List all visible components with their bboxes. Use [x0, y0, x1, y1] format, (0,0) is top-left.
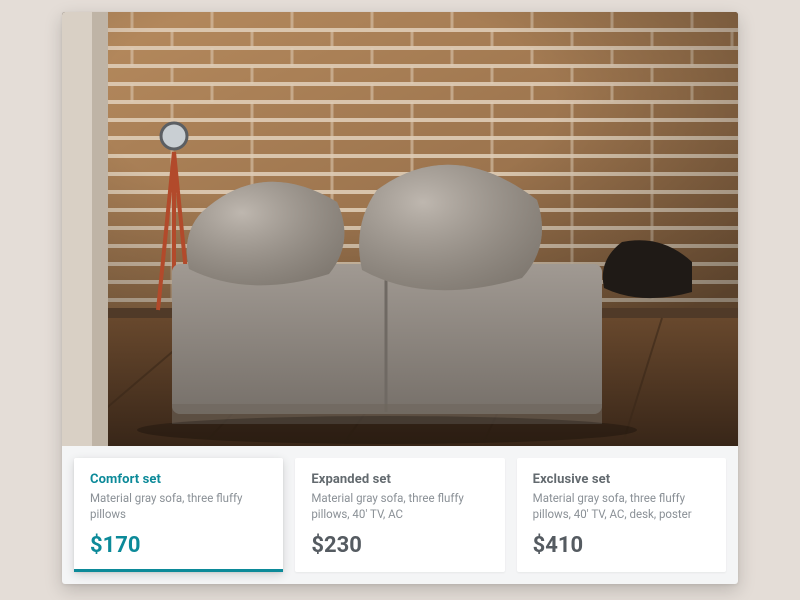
option-price: $170 — [90, 523, 267, 558]
option-price: $410 — [533, 523, 710, 558]
option-title: Exclusive set — [533, 472, 710, 487]
option-expanded-set[interactable]: Expanded set Material gray sofa, three f… — [295, 458, 504, 572]
option-title: Comfort set — [90, 472, 267, 487]
option-price: $230 — [311, 523, 488, 558]
option-comfort-set[interactable]: Comfort set Material gray sofa, three fl… — [74, 458, 283, 572]
selection-indicator — [74, 569, 283, 572]
option-description: Material gray sofa, three fluffy pillows — [90, 491, 267, 522]
option-exclusive-set[interactable]: Exclusive set Material gray sofa, three … — [517, 458, 726, 572]
option-title: Expanded set — [311, 472, 488, 487]
product-card: Comfort set Material gray sofa, three fl… — [62, 12, 738, 584]
option-description: Material gray sofa, three fluffy pillows… — [311, 491, 488, 522]
room-illustration — [62, 12, 738, 446]
option-description: Material gray sofa, three fluffy pillows… — [533, 491, 710, 522]
option-list: Comfort set Material gray sofa, three fl… — [62, 446, 738, 584]
hero-image — [62, 12, 738, 446]
